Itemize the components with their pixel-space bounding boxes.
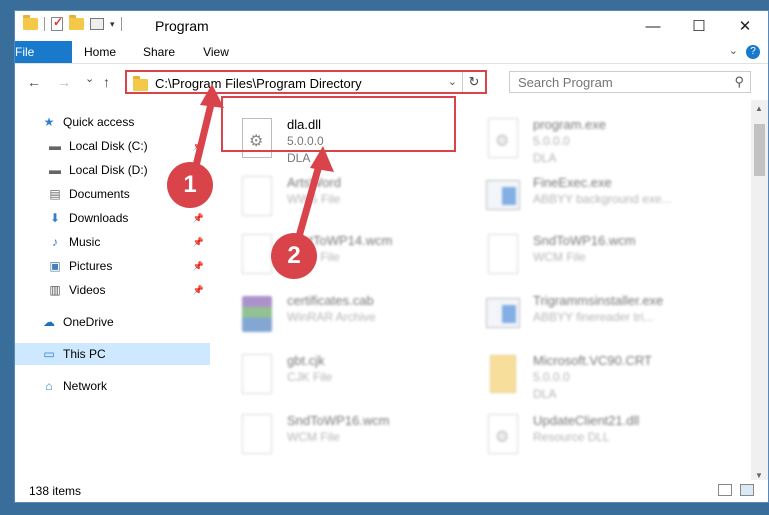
- step-badge-1: 1: [167, 162, 213, 208]
- step-badge-2: 2: [271, 233, 317, 279]
- arrow-1-head: [200, 84, 224, 108]
- annotation-arrows: [191, 84, 334, 244]
- arrow-1-line: [191, 96, 216, 174]
- arrow-2-head: [310, 146, 334, 172]
- arrow-2-line: [294, 158, 324, 244]
